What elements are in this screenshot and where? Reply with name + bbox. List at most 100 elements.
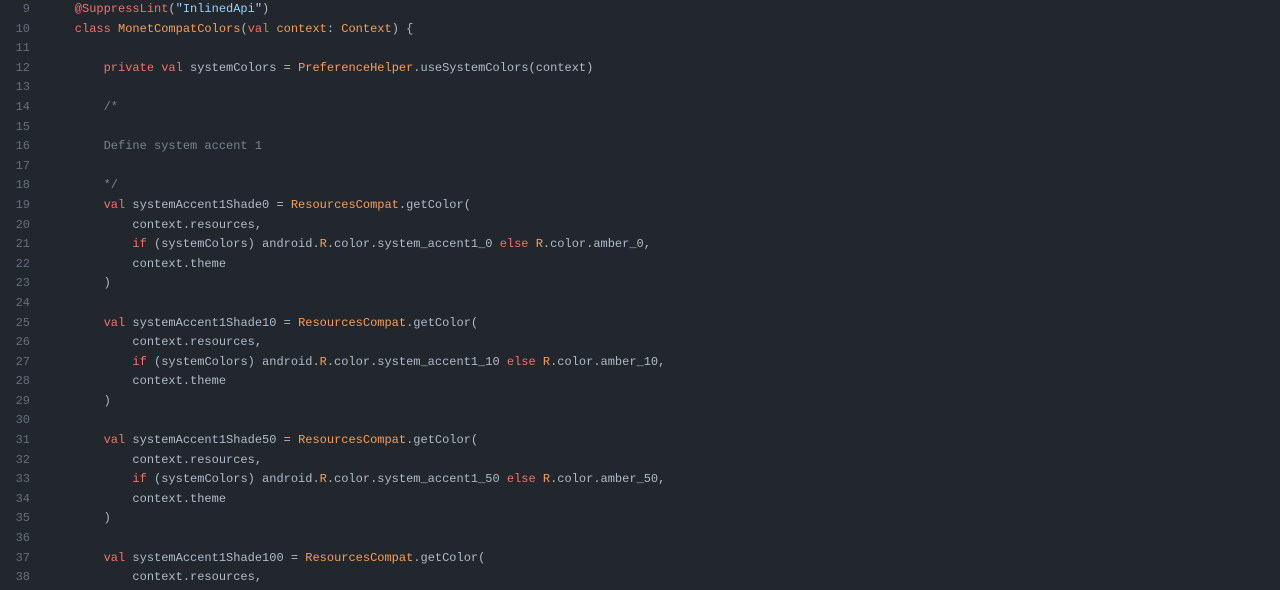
- token: systemAccent1Shade50: [125, 433, 283, 447]
- token: */: [46, 178, 118, 192]
- line-number[interactable]: 28: [0, 372, 30, 392]
- code-line[interactable]: [46, 39, 1280, 59]
- code-line[interactable]: val systemAccent1Shade0 = ResourcesCompa…: [46, 196, 1280, 216]
- code-line[interactable]: ): [46, 274, 1280, 294]
- line-number[interactable]: 31: [0, 431, 30, 451]
- line-number[interactable]: 30: [0, 411, 30, 431]
- token: [284, 198, 291, 212]
- code-line[interactable]: private val systemColors = PreferenceHel…: [46, 59, 1280, 79]
- line-number[interactable]: 17: [0, 157, 30, 177]
- line-number[interactable]: 27: [0, 353, 30, 373]
- line-number[interactable]: 16: [0, 137, 30, 157]
- token: if: [46, 237, 147, 251]
- code-line[interactable]: context.theme: [46, 490, 1280, 510]
- code-line[interactable]: context.theme: [46, 255, 1280, 275]
- token: [291, 316, 298, 330]
- line-number[interactable]: 14: [0, 98, 30, 118]
- token: (systemColors) android.: [147, 237, 320, 251]
- token: R: [536, 237, 543, 251]
- token: PreferenceHelper: [298, 61, 413, 75]
- line-number[interactable]: 22: [0, 255, 30, 275]
- code-line[interactable]: */: [46, 176, 1280, 196]
- token: =: [284, 433, 291, 447]
- code-line[interactable]: [46, 411, 1280, 431]
- line-number[interactable]: 29: [0, 392, 30, 412]
- line-number-gutter: 9101112131415161718192021222324252627282…: [0, 0, 40, 588]
- code-line[interactable]: [46, 118, 1280, 138]
- code-content[interactable]: @SuppressLint("InlinedApi") class MonetC…: [40, 0, 1280, 588]
- line-number[interactable]: 19: [0, 196, 30, 216]
- token: else: [507, 355, 536, 369]
- token: =: [284, 316, 291, 330]
- code-line[interactable]: val systemAccent1Shade100 = ResourcesCom…: [46, 549, 1280, 569]
- token: class: [46, 22, 111, 36]
- code-line[interactable]: context.resources,: [46, 216, 1280, 236]
- token: R: [320, 355, 327, 369]
- line-number[interactable]: 36: [0, 529, 30, 549]
- token: .color.system_accent1_0: [327, 237, 500, 251]
- token: .color.system_accent1_10: [327, 355, 507, 369]
- line-number[interactable]: 33: [0, 470, 30, 490]
- line-number[interactable]: 15: [0, 118, 30, 138]
- code-line[interactable]: context.resources,: [46, 333, 1280, 353]
- code-line[interactable]: context.theme: [46, 372, 1280, 392]
- token: if: [46, 472, 147, 486]
- code-line[interactable]: val systemAccent1Shade10 = ResourcesComp…: [46, 314, 1280, 334]
- code-line[interactable]: ): [46, 509, 1280, 529]
- token: [536, 472, 543, 486]
- line-number[interactable]: 12: [0, 59, 30, 79]
- code-line[interactable]: context.resources,: [46, 451, 1280, 471]
- token: .color.amber_10,: [550, 355, 665, 369]
- token: (: [240, 22, 247, 36]
- token: else: [507, 472, 536, 486]
- line-number[interactable]: 23: [0, 274, 30, 294]
- code-line[interactable]: @SuppressLint("InlinedApi"): [46, 0, 1280, 20]
- code-line[interactable]: [46, 78, 1280, 98]
- code-line[interactable]: ): [46, 392, 1280, 412]
- token: ResourcesCompat: [298, 316, 406, 330]
- line-number[interactable]: 13: [0, 78, 30, 98]
- token: .color.system_accent1_50: [327, 472, 507, 486]
- token: [536, 355, 543, 369]
- line-number[interactable]: 38: [0, 568, 30, 588]
- code-line[interactable]: if (systemColors) android. R .color.system…: [46, 235, 1280, 255]
- token: .getColor(: [406, 433, 478, 447]
- token: .getColor(: [406, 316, 478, 330]
- token: .getColor(: [399, 198, 471, 212]
- line-number[interactable]: 32: [0, 451, 30, 471]
- token: systemColors: [183, 61, 284, 75]
- line-number[interactable]: 21: [0, 235, 30, 255]
- code-line[interactable]: val systemAccent1Shade50 = ResourcesComp…: [46, 431, 1280, 451]
- code-viewer: 9101112131415161718192021222324252627282…: [0, 0, 1280, 588]
- token: .useSystemColors(context): [413, 61, 593, 75]
- code-line[interactable]: Define system accent 1: [46, 137, 1280, 157]
- token: .color.amber_50,: [550, 472, 665, 486]
- token: val: [46, 316, 125, 330]
- code-line[interactable]: [46, 529, 1280, 549]
- line-number[interactable]: 24: [0, 294, 30, 314]
- line-number[interactable]: 20: [0, 216, 30, 236]
- token: context.resources,: [46, 453, 262, 467]
- line-number[interactable]: 18: [0, 176, 30, 196]
- code-line[interactable]: /*: [46, 98, 1280, 118]
- line-number[interactable]: 37: [0, 549, 30, 569]
- line-number[interactable]: 11: [0, 39, 30, 59]
- code-line[interactable]: class MonetCompatColors(val context: Con…: [46, 20, 1280, 40]
- line-number[interactable]: 10: [0, 20, 30, 40]
- code-line[interactable]: if (systemColors) android.R.color.system…: [46, 470, 1280, 490]
- code-line[interactable]: if (systemColors) android.R.color.system…: [46, 353, 1280, 373]
- token: val: [248, 22, 270, 36]
- line-number[interactable]: 25: [0, 314, 30, 334]
- line-number[interactable]: 34: [0, 490, 30, 510]
- code-line[interactable]: [46, 294, 1280, 314]
- line-number[interactable]: 26: [0, 333, 30, 353]
- token: else: [500, 237, 529, 251]
- token: MonetCompatColors: [118, 22, 240, 36]
- line-number[interactable]: 35: [0, 509, 30, 529]
- code-line[interactable]: [46, 157, 1280, 177]
- token: =: [276, 198, 283, 212]
- token: (systemColors) android.: [147, 472, 320, 486]
- line-number[interactable]: 9: [0, 0, 30, 20]
- code-line[interactable]: context.resources,: [46, 568, 1280, 588]
- token: context.resources,: [46, 218, 262, 232]
